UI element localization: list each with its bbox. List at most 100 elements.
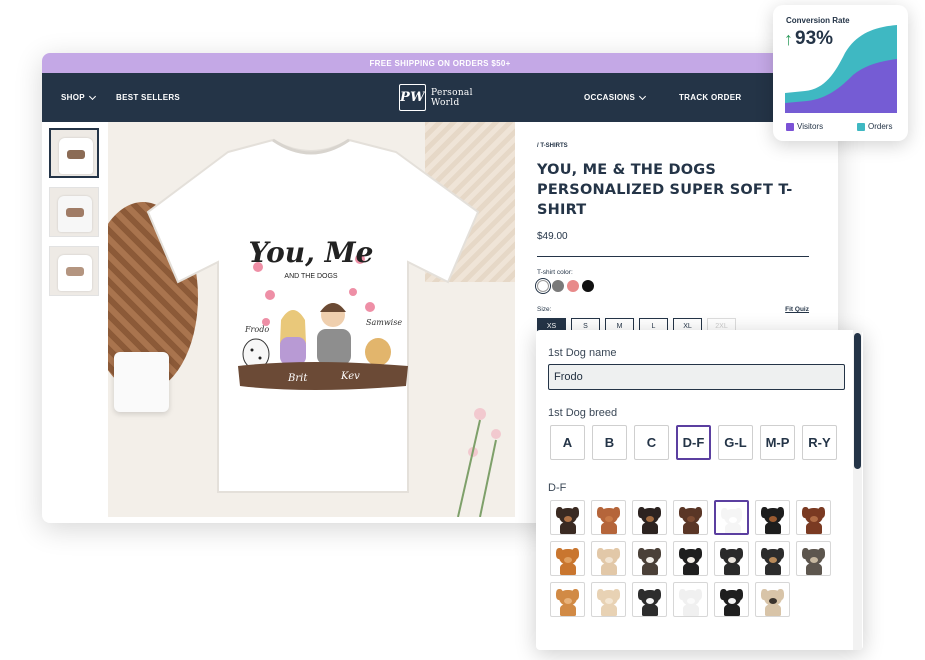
breed-range-button[interactable]: G-L	[718, 425, 753, 460]
dog-snout	[729, 517, 737, 523]
dog-breed-grid	[550, 500, 835, 617]
nav-track-order-label: TRACK ORDER	[679, 93, 742, 102]
dog-breed-option[interactable]	[796, 541, 831, 576]
promo-banner[interactable]: FREE SHIPPING ON ORDERS $50+	[42, 53, 838, 73]
nav-best-sellers[interactable]: BEST SELLERS	[116, 93, 180, 102]
dog-breed-option[interactable]	[755, 500, 790, 535]
color-swatch[interactable]	[567, 280, 579, 292]
dog-snout	[646, 598, 654, 604]
product-photo: You, Me AND THE DOGS Frodo Samwise Brit …	[108, 122, 515, 517]
scrollbar[interactable]	[853, 330, 862, 650]
thumbnail-3[interactable]	[49, 246, 99, 296]
dog-breed-option[interactable]	[591, 582, 626, 617]
breed-range-button[interactable]: B	[592, 425, 627, 460]
breed-range-button[interactable]: R-Y	[802, 425, 837, 460]
shirt-name-1: Frodo	[244, 325, 269, 334]
legend-orders: Orders	[857, 122, 892, 131]
dog-snout	[810, 557, 818, 563]
logo-mark: PW	[399, 84, 426, 111]
breed-range-button[interactable]: A	[550, 425, 585, 460]
dog-breed-option[interactable]	[550, 541, 585, 576]
dog-breed-option[interactable]	[714, 582, 749, 617]
product-price: $49.00	[537, 231, 568, 242]
shirt-subline: AND THE DOGS	[284, 273, 337, 280]
dog-breed-option[interactable]	[714, 500, 749, 535]
dog-snout	[605, 557, 613, 563]
dog-snout	[646, 516, 654, 522]
dog-breed-option[interactable]	[632, 541, 667, 576]
breadcrumb[interactable]: / T-SHIRTS	[537, 143, 817, 149]
dog-breed-option[interactable]	[591, 500, 626, 535]
dog-snout	[605, 598, 613, 604]
brand-logo[interactable]: PW Personal World	[399, 84, 481, 111]
shirt-headline: You, Me	[249, 236, 374, 269]
breed-range-button[interactable]: M-P	[760, 425, 795, 460]
chevron-down-icon	[88, 92, 96, 100]
dog-breed-option[interactable]	[755, 541, 790, 576]
breed-range-button[interactable]: D-F	[676, 425, 711, 460]
dog-breed-option[interactable]	[591, 541, 626, 576]
thumbnail-1[interactable]	[49, 128, 99, 178]
dog-breed-option[interactable]	[673, 500, 708, 535]
nav-occasions[interactable]: OCCASIONS	[584, 92, 647, 102]
dog-snout	[564, 516, 572, 522]
dog-snout	[646, 557, 654, 563]
dog-breed-option[interactable]	[796, 500, 831, 535]
scrollbar-thumb[interactable]	[854, 333, 861, 469]
dog-snout	[769, 557, 777, 563]
dog-snout	[687, 598, 695, 604]
dog-snout	[564, 557, 572, 563]
color-label: T-shirt color:	[537, 269, 573, 276]
dog-breed-option[interactable]	[755, 582, 790, 617]
conversion-value: ↑ 93%	[784, 28, 833, 50]
dog-snout	[728, 598, 736, 604]
dog-breed-option[interactable]	[632, 582, 667, 617]
legend-visitors: Visitors	[786, 122, 823, 131]
product-title: YOU, ME & THE DOGS PERSONALIZED SUPER SO…	[537, 162, 793, 218]
arrow-up-icon: ↑	[784, 28, 793, 49]
color-swatch[interactable]	[552, 280, 564, 292]
legend-swatch	[857, 122, 865, 131]
dog-snout	[728, 557, 736, 563]
dog-name-input[interactable]	[548, 364, 845, 390]
product-details: / T-SHIRTS YOU, ME & THE DOGS PERSONALIZ…	[537, 143, 817, 335]
color-swatches	[537, 280, 817, 292]
nav-shop-label: SHOP	[61, 93, 85, 102]
nav-best-sellers-label: BEST SELLERS	[116, 93, 181, 102]
shirt-name-4: Kev	[340, 371, 360, 382]
dog-snout	[769, 516, 777, 522]
fit-quiz-link[interactable]: Fit Quiz	[785, 306, 809, 313]
dog-snout	[687, 557, 695, 563]
dog-breed-option[interactable]	[550, 582, 585, 617]
conversion-percent: 93%	[795, 28, 834, 49]
chevron-down-icon	[639, 92, 647, 100]
dog-snout	[810, 516, 818, 522]
dog-breed-option[interactable]	[632, 500, 667, 535]
conversion-card: Conversion Rate ↑ 93% Visitors Orders	[773, 5, 908, 141]
size-label: Size:	[537, 306, 552, 313]
dog-breed-option[interactable]	[714, 541, 749, 576]
dog-name-label: 1st Dog name	[548, 347, 617, 359]
conversion-title: Conversion Rate	[786, 16, 850, 25]
logo-text: Personal World	[431, 87, 473, 108]
tshirt-illustration: You, Me AND THE DOGS Frodo Samwise Brit …	[146, 138, 501, 517]
dog-breed-option[interactable]	[673, 541, 708, 576]
dog-snout	[564, 598, 572, 604]
nav-occasions-label: OCCASIONS	[584, 93, 636, 102]
shirt-name-2: Samwise	[366, 318, 402, 327]
color-swatch[interactable]	[537, 280, 549, 292]
nav-shop[interactable]: SHOP	[61, 92, 96, 102]
top-nav: SHOP BEST SELLERS PW Personal World OCCA…	[42, 73, 838, 122]
nav-track-order[interactable]: TRACK ORDER	[679, 93, 741, 102]
dog-breed-option[interactable]	[550, 500, 585, 535]
legend-label: Visitors	[797, 122, 824, 131]
thumbnail-2[interactable]	[49, 187, 99, 237]
dog-breed-label: 1st Dog breed	[548, 407, 618, 419]
color-swatch[interactable]	[582, 280, 594, 292]
dog-snout	[769, 598, 777, 604]
legend-label: Orders	[868, 122, 893, 131]
divider	[537, 256, 809, 257]
dog-breed-option[interactable]	[673, 582, 708, 617]
dog-snout	[605, 516, 613, 522]
breed-range-button[interactable]: C	[634, 425, 669, 460]
